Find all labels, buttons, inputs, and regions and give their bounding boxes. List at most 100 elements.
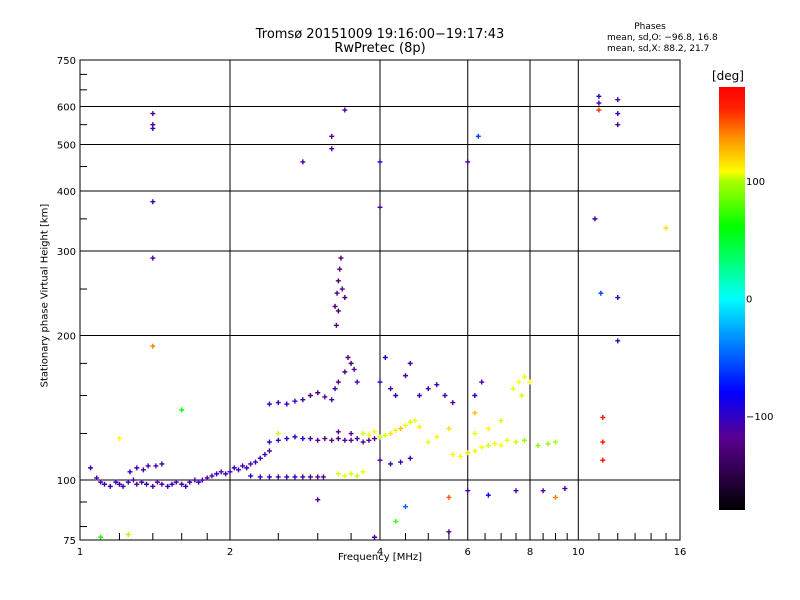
data-point: [140, 467, 146, 473]
data-point: [266, 474, 272, 480]
data-point: [663, 225, 669, 231]
data-point: [275, 431, 281, 437]
data-point: [485, 443, 491, 449]
data-point: [315, 497, 321, 503]
data-point: [150, 199, 156, 205]
data-point: [179, 407, 185, 413]
data-point: [596, 93, 602, 99]
data-point: [540, 488, 546, 494]
data-point: [284, 436, 290, 442]
data-point: [209, 473, 215, 479]
data-point: [504, 437, 510, 443]
data-point: [465, 488, 471, 494]
data-point: [334, 290, 340, 296]
y-tick-label: 500: [57, 141, 76, 152]
data-point: [600, 457, 606, 463]
data-point: [248, 473, 254, 479]
data-point: [366, 437, 372, 443]
x-tick-label: 10: [572, 547, 585, 558]
data-point: [150, 483, 156, 489]
data-point: [335, 436, 341, 442]
data-point: [266, 448, 272, 454]
data-point: [342, 107, 348, 113]
data-point: [339, 286, 345, 292]
data-point: [315, 437, 321, 443]
data-point: [307, 393, 313, 399]
data-point: [498, 443, 504, 449]
data-point: [434, 382, 440, 388]
data-point: [266, 439, 272, 445]
data-point: [510, 386, 516, 392]
data-point: [552, 494, 558, 500]
data-point: [342, 295, 348, 301]
data-point: [407, 455, 413, 461]
data-point: [472, 410, 478, 416]
data-point: [292, 398, 298, 404]
data-point: [338, 255, 344, 261]
data-point: [275, 474, 281, 480]
data-point: [450, 452, 456, 458]
data-point: [596, 100, 602, 106]
data-point: [402, 422, 408, 428]
data-point: [150, 125, 156, 131]
data-point: [284, 474, 290, 480]
data-point: [223, 471, 229, 477]
data-point: [300, 474, 306, 480]
data-point: [107, 483, 113, 489]
data-point: [446, 494, 452, 500]
data-point: [345, 354, 351, 360]
data-point: [300, 159, 306, 165]
ionogram-figure: Tromsø 20151009 19:16:00−19:17:43 RwPret…: [0, 0, 800, 600]
data-point: [332, 303, 338, 309]
data-point: [307, 436, 313, 442]
data-point: [479, 444, 485, 450]
data-point: [218, 469, 224, 475]
data-point: [159, 481, 165, 487]
data-point: [519, 393, 525, 399]
data-point: [360, 469, 366, 475]
data-point: [322, 436, 328, 442]
data-point: [472, 393, 478, 399]
data-point: [354, 379, 360, 385]
data-point: [322, 394, 328, 400]
data-point: [600, 439, 606, 445]
colorbar-tick-label: 0: [746, 295, 752, 306]
data-point: [615, 122, 621, 128]
data-point: [335, 471, 341, 477]
data-point: [257, 455, 263, 461]
data-point: [266, 401, 272, 407]
data-point: [360, 431, 366, 437]
data-point: [116, 436, 122, 442]
data-point: [329, 397, 335, 403]
data-point: [332, 386, 338, 392]
data-point: [127, 469, 133, 475]
data-point: [292, 434, 298, 440]
data-point: [329, 133, 335, 139]
y-tick-label: 300: [57, 247, 76, 258]
data-point: [348, 431, 354, 437]
data-point: [88, 465, 94, 471]
data-point: [354, 436, 360, 442]
data-point: [335, 278, 341, 284]
data-point: [134, 465, 140, 471]
data-point: [342, 369, 348, 375]
data-point: [262, 452, 268, 458]
data-point: [315, 474, 321, 480]
y-tick-label: 750: [57, 56, 76, 67]
data-point: [329, 437, 335, 443]
data-point: [434, 434, 440, 440]
data-point: [348, 437, 354, 443]
data-point: [150, 111, 156, 117]
colorbar: [719, 87, 745, 510]
data-point: [592, 216, 598, 222]
data-point: [320, 474, 326, 480]
data-point: [98, 534, 104, 540]
data-point: [377, 204, 383, 210]
data-point: [348, 360, 354, 366]
y-tick-label: 200: [57, 332, 76, 343]
data-point: [275, 437, 281, 443]
data-point: [492, 441, 498, 447]
data-point: [522, 437, 528, 443]
data-point: [450, 400, 456, 406]
data-point: [425, 439, 431, 445]
